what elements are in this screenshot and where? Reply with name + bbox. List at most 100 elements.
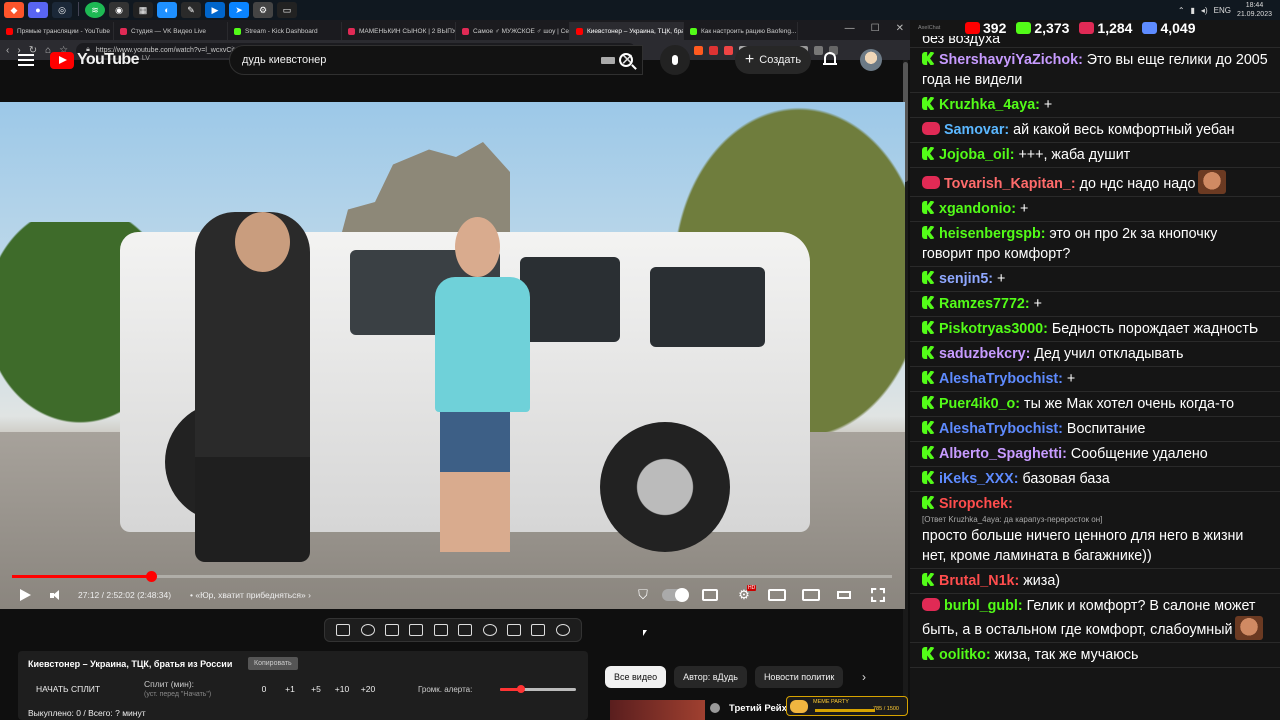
volume-mute-icon[interactable] (50, 590, 62, 601)
chip-author[interactable]: Автор: вДудь (674, 666, 747, 688)
search-input[interactable]: дудь киевстонер ✕ (229, 45, 643, 75)
chat-message: iKeks_XXX: базовая база (910, 467, 1280, 492)
chat-nick[interactable]: AleshaTrybochist: (939, 371, 1063, 387)
hamburger-icon[interactable] (18, 54, 34, 66)
time-display: 27:12 / 2:52:02 (2:48:34) (78, 590, 172, 600)
chip-all-videos[interactable]: Все видео (605, 666, 667, 688)
video-player[interactable] (0, 102, 905, 609)
fullscreen-icon[interactable] (871, 588, 885, 602)
picture-in-picture-icon[interactable] (802, 589, 820, 601)
telegram-icon[interactable]: ➤ (229, 2, 249, 18)
keyboard-icon[interactable] (600, 56, 615, 64)
chat-nick[interactable]: saduzbekcry: (939, 346, 1030, 362)
video-eye-icon[interactable] (384, 624, 399, 636)
notifications-bell-icon[interactable] (823, 52, 837, 67)
chat-nick[interactable]: Samovar: (944, 122, 1009, 138)
chat-nick[interactable]: iKeks_XXX: (939, 471, 1018, 487)
split-add-5-button[interactable]: +5 (303, 684, 329, 694)
speed-gauge-icon[interactable] (482, 624, 497, 636)
tab-label: Прямые трансляции - YouTube (17, 27, 110, 35)
browser-tab[interactable]: МАМЕНЬКИН СЫНОК | 2 ВЫПУСК (342, 22, 456, 40)
spotify-icon[interactable]: ≋ (85, 2, 105, 18)
media-icon[interactable]: ▶ (205, 2, 225, 18)
chat-nick[interactable]: ShershavyiYaZichok: (939, 52, 1083, 68)
chat-nick[interactable]: Ramzes7772: (939, 296, 1030, 312)
browser-tab[interactable]: Stream - Kick Dashboard (228, 22, 342, 40)
brave-icon[interactable]: ◆ (4, 2, 24, 18)
film-icon[interactable] (458, 624, 473, 636)
minimize-icon[interactable]: — (845, 23, 855, 34)
crop-icon[interactable] (433, 624, 448, 636)
youtube-logo[interactable]: YouTube LV (50, 51, 150, 69)
chat-nick[interactable]: burbl_gubl: (944, 598, 1023, 614)
recommended-thumbnail[interactable] (610, 700, 705, 720)
theater-mode-icon[interactable] (837, 591, 851, 599)
clock[interactable]: 18:44 21.09.2023 (1237, 1, 1272, 19)
chat-nick[interactable]: Piskotryas3000: (939, 321, 1048, 337)
channel-avatar[interactable] (710, 703, 720, 713)
avatar[interactable] (860, 49, 882, 71)
browser-tab[interactable]: Как настроить рацию Baofeng... (684, 22, 798, 40)
steam-icon[interactable]: ◎ (52, 2, 72, 18)
voice-search-button[interactable] (660, 45, 690, 75)
kick-icon (922, 147, 935, 160)
app-grid-icon[interactable]: ▦ (133, 2, 153, 18)
terminal-icon[interactable]: ▭ (277, 2, 297, 18)
autoplay-toggle[interactable] (662, 588, 689, 602)
chat-nick[interactable]: Brutal_N1k: (939, 573, 1019, 589)
tray-chevron-icon[interactable]: ⌃ (1178, 6, 1185, 15)
volume-icon[interactable]: ◂) (1201, 6, 1208, 15)
add-screen-icon[interactable] (506, 624, 521, 636)
browser-app-icon[interactable]: ◐ (157, 2, 177, 18)
alert-volume-knob[interactable] (516, 685, 525, 693)
chat-nick[interactable]: heisenbergspb: (939, 226, 1045, 242)
copy-button[interactable]: Копировать (248, 657, 298, 670)
start-split-button[interactable]: НАЧАТЬ СПЛИТ (36, 684, 100, 694)
split-add-1-button[interactable]: +1 (277, 684, 303, 694)
miniplayer-icon[interactable] (768, 589, 786, 601)
sponsorblock-icon[interactable]: ⛉ (634, 587, 652, 603)
obs-icon[interactable]: ◉ (109, 2, 129, 18)
chat-nick[interactable]: Tovarish_Kapitan_: (944, 176, 1076, 192)
browser-tab[interactable]: Киевстонер – Украина, ТЦК, бра (570, 22, 684, 40)
kick-icon (922, 371, 935, 384)
maximize-icon[interactable]: ☐ (871, 23, 880, 34)
chat-nick[interactable]: Jojoba_oil: (939, 147, 1014, 163)
chat-nick[interactable]: Siropchek: (939, 496, 1013, 512)
split-add-10-button[interactable]: +10 (329, 684, 355, 694)
loop-icon[interactable] (336, 624, 351, 636)
chapter-title[interactable]: • «Юр, хватит прибедняться» › (190, 590, 311, 600)
network-icon[interactable]: ▮ (1191, 6, 1195, 15)
settings-app-icon[interactable]: ⚙ (253, 2, 273, 18)
close-window-icon[interactable]: ✕ (896, 23, 904, 34)
video-person-right (435, 277, 530, 412)
chat-nick[interactable]: Kruzhka_4aya: (939, 97, 1040, 113)
create-button[interactable]: + Создать (735, 46, 811, 74)
chat-nick[interactable]: oolitko: (939, 647, 991, 663)
chat-nick[interactable]: xgandonio: (939, 201, 1016, 217)
browser-tab[interactable]: Прямые трансляции - YouTube (0, 22, 114, 40)
play-icon[interactable] (20, 589, 31, 601)
browser-tab[interactable]: Самое ♂ МУЖСКОЕ ♂ шоу | Сезон (456, 22, 570, 40)
chat-nick[interactable]: Alberto_Spaghetti: (939, 446, 1067, 462)
tools-settings-icon[interactable] (555, 624, 570, 636)
audio-only-icon[interactable] (360, 624, 375, 636)
chat-nick[interactable]: senjin5: (939, 271, 993, 287)
subtitles-icon[interactable] (702, 589, 718, 601)
split-add-20-button[interactable]: +20 (355, 684, 381, 694)
chat-nick[interactable]: Puer4ik0_o: (939, 396, 1020, 412)
recommended-title[interactable]: Третий Рейх (729, 703, 787, 714)
clapper-icon[interactable] (409, 624, 424, 636)
search-icon[interactable] (619, 53, 633, 67)
chips-next-icon[interactable]: › (862, 670, 866, 684)
language-indicator[interactable]: ENG (1214, 6, 1231, 15)
chat-nick[interactable]: AleshaTrybochist: (939, 421, 1063, 437)
chip-politics-news[interactable]: Новости политик (754, 666, 844, 688)
browser-tab[interactable]: Студия — VK Видео Live (114, 22, 228, 40)
progress-scrubber[interactable] (146, 571, 158, 582)
kick-icon (922, 471, 935, 484)
camera-icon[interactable] (531, 624, 546, 636)
chat-app-name: AxelChat (918, 25, 941, 31)
tool-icon[interactable]: ✎ (181, 2, 201, 18)
discord-icon[interactable]: ● (28, 2, 48, 18)
